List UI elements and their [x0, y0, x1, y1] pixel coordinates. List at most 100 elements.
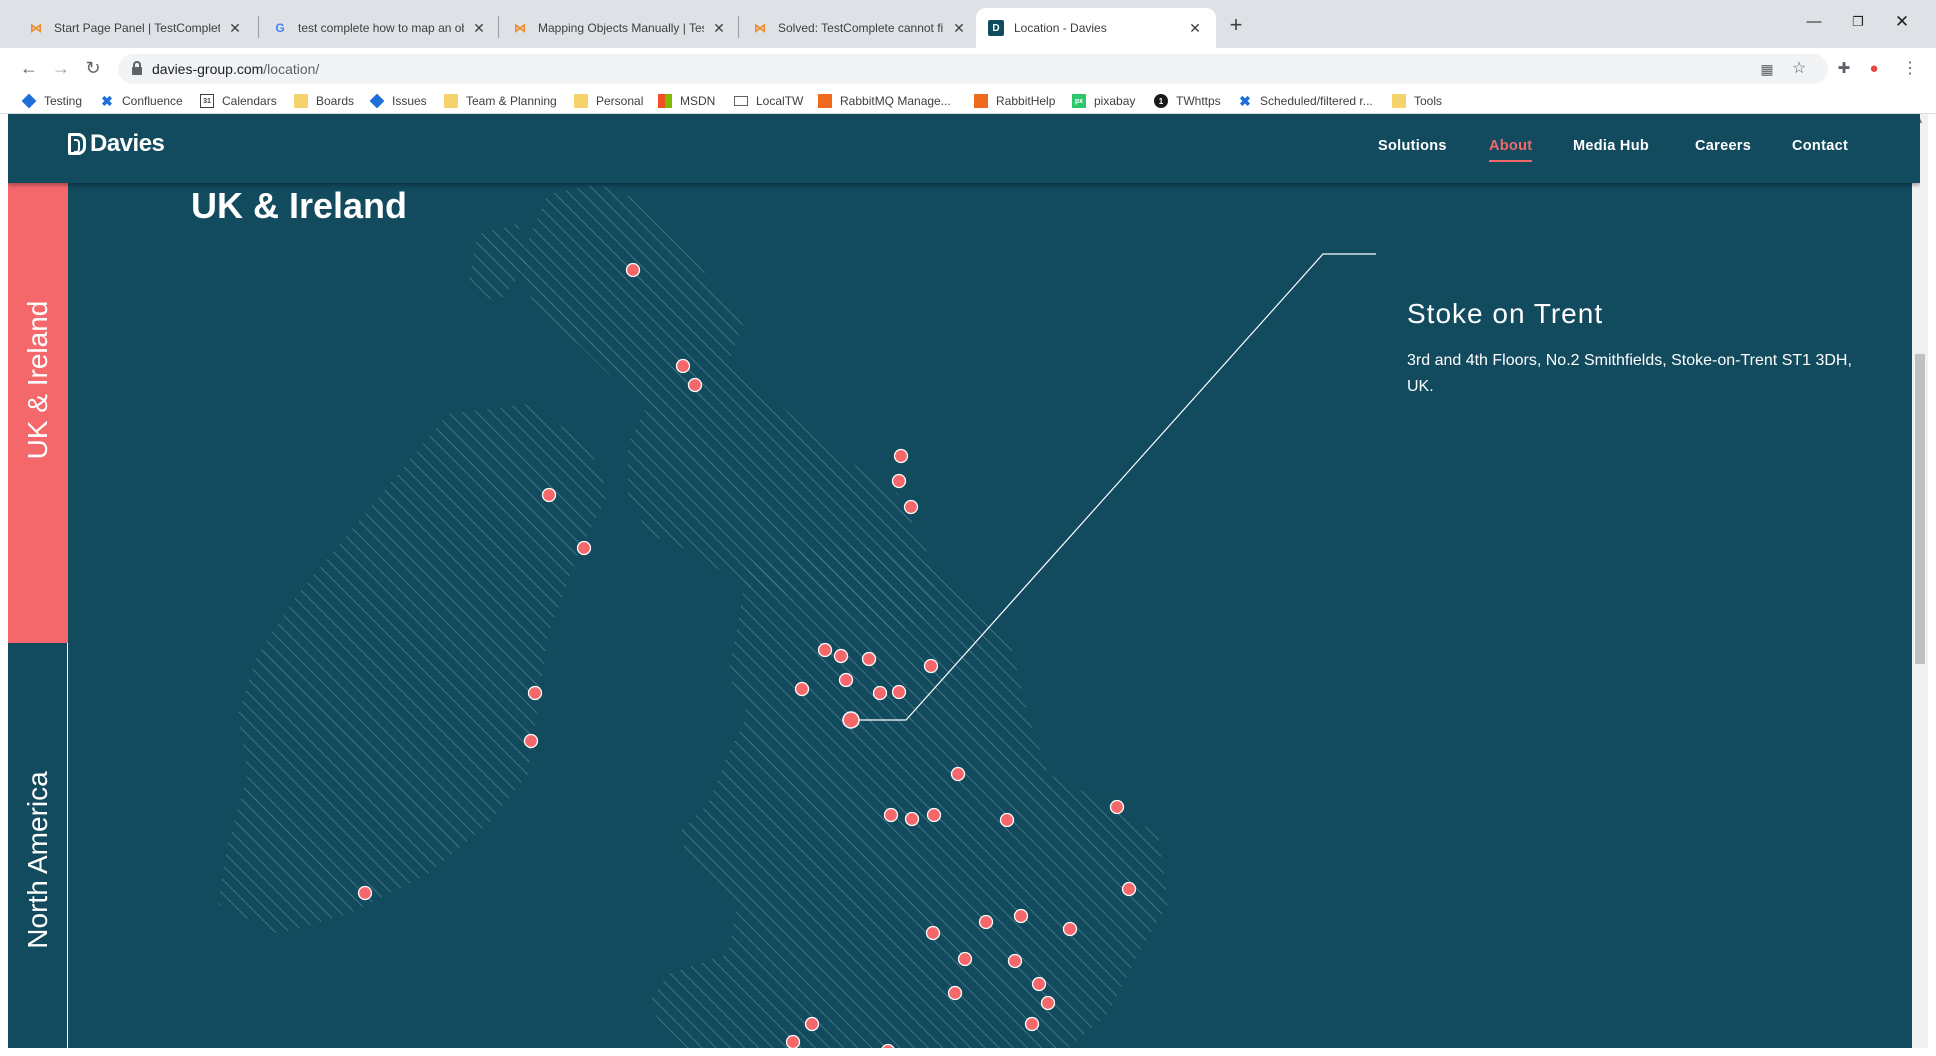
nav-contact[interactable]: Contact [1792, 138, 1848, 154]
location-pin[interactable] [838, 672, 854, 688]
uk-ireland-map [218, 184, 1376, 1049]
location-pin[interactable] [687, 377, 703, 393]
england-wales-shape [648, 544, 1168, 1048]
onepassword-icon: 1 [1154, 94, 1168, 108]
davies-logo[interactable]: Davies [68, 130, 165, 158]
bookmark-issues[interactable]: Issues [369, 92, 427, 110]
nav-solutions[interactable]: Solutions [1378, 138, 1447, 154]
bookmark-personal[interactable]: Personal [574, 92, 643, 110]
forward-button[interactable]: → [48, 56, 74, 82]
bookmark-boards[interactable]: Boards [294, 92, 354, 110]
location-pin[interactable] [576, 540, 592, 556]
bookmark-confluence[interactable]: ✖ Confluence [100, 92, 183, 110]
location-pin[interactable] [925, 925, 941, 941]
location-pin[interactable] [1062, 921, 1078, 937]
location-pin[interactable] [833, 648, 849, 664]
location-pin[interactable] [785, 1034, 801, 1049]
bookmark-testing[interactable]: Testing [21, 92, 82, 110]
reload-button[interactable]: ↻ [80, 56, 106, 82]
tab-start-page[interactable]: ⋈ Start Page Panel | TestComplete D ✕ [16, 8, 256, 48]
bookmark-star-icon[interactable]: ☆ [1790, 60, 1808, 78]
close-tab-icon[interactable]: ✕ [470, 20, 488, 37]
microsoft-icon [658, 94, 672, 108]
confluence-icon: ✖ [1239, 92, 1251, 109]
bookmark-twhttps[interactable]: 1 TWhttps [1154, 92, 1221, 110]
location-pin[interactable] [675, 358, 691, 374]
extensions-icon[interactable]: ✚ [1834, 60, 1854, 80]
location-pin[interactable] [1013, 908, 1029, 924]
location-pin[interactable] [893, 448, 909, 464]
tab-strip: ⋈ Start Page Panel | TestComplete D ✕ G … [0, 0, 1936, 48]
region-title: UK & Ireland [191, 185, 408, 226]
selected-location-pin[interactable] [842, 711, 860, 729]
bookmark-label: Scheduled/filtered r... [1260, 94, 1373, 108]
location-pin[interactable] [817, 642, 833, 658]
bookmark-msdn[interactable]: MSDN [658, 92, 715, 110]
location-pin[interactable] [904, 811, 920, 827]
location-pin[interactable] [891, 684, 907, 700]
new-tab-button[interactable]: + [1222, 12, 1250, 40]
folder-icon [444, 94, 458, 108]
tab-location-davies[interactable]: D Location - Davies ✕ [976, 8, 1216, 48]
bookmark-team-planning[interactable]: Team & Planning [444, 92, 557, 110]
nav-about[interactable]: About [1489, 138, 1533, 162]
close-tab-icon[interactable]: ✕ [950, 20, 968, 37]
bookmark-scheduled-filtered[interactable]: ✖ Scheduled/filtered r... [1238, 92, 1373, 110]
bookmark-localtw[interactable]: LocalTW [734, 92, 803, 110]
location-pin[interactable] [794, 681, 810, 697]
restore-button[interactable]: ❐ [1836, 6, 1880, 38]
location-pin[interactable] [541, 487, 557, 503]
nav-media-hub[interactable]: Media Hub [1573, 138, 1649, 154]
location-pin[interactable] [950, 766, 966, 782]
location-pin[interactable] [891, 473, 907, 489]
browser-toolbar: ← → ↻ davies-group.com/location/ ▦ ☆ ✚ ●… [0, 48, 1936, 88]
location-pin[interactable] [978, 914, 994, 930]
computer-icon [734, 96, 748, 106]
location-pin[interactable] [1024, 1016, 1040, 1032]
tab-google-search[interactable]: G test complete how to map an obj ✕ [260, 8, 500, 48]
close-tab-icon[interactable]: ✕ [1186, 20, 1204, 37]
logo-text: Davies [90, 130, 165, 157]
location-pin[interactable] [357, 885, 373, 901]
bookmark-label: TWhttps [1176, 94, 1221, 108]
bookmark-pixabay[interactable]: px pixabay [1072, 92, 1135, 110]
location-pin[interactable] [903, 499, 919, 515]
location-pin[interactable] [1031, 976, 1047, 992]
close-tab-icon[interactable]: ✕ [226, 20, 244, 37]
minimize-button[interactable]: — [1792, 6, 1836, 38]
location-pin[interactable] [923, 658, 939, 674]
bookmark-tools[interactable]: Tools [1392, 92, 1442, 110]
location-pin[interactable] [625, 262, 641, 278]
nav-careers[interactable]: Careers [1695, 138, 1751, 154]
location-pin[interactable] [1109, 799, 1125, 815]
menu-kebab-icon[interactable]: ⋮ [1900, 60, 1920, 80]
profile-avatar-icon[interactable]: ● [1864, 60, 1884, 80]
davies-logo-icon [68, 133, 86, 155]
location-pin[interactable] [861, 651, 877, 667]
address-bar[interactable]: davies-group.com/location/ ▦ ☆ [118, 54, 1828, 84]
close-window-button[interactable]: ✕ [1880, 6, 1924, 38]
location-address: 3rd and 4th Floors, No.2 Smithfields, St… [1407, 352, 1852, 395]
tab-solved[interactable]: ⋈ Solved: TestComplete cannot fin ✕ [740, 8, 980, 48]
location-pin[interactable] [527, 685, 543, 701]
bookmark-rabbitmq-manage[interactable]: RabbitMQ Manage... [818, 92, 951, 110]
close-tab-icon[interactable]: ✕ [710, 20, 728, 37]
location-pin[interactable] [926, 807, 942, 823]
qr-code-icon[interactable]: ▦ [1758, 60, 1776, 78]
tab-mapping-objects[interactable]: ⋈ Mapping Objects Manually | Test ✕ [500, 8, 740, 48]
bookmark-calendars[interactable]: 31 Calendars [200, 92, 277, 110]
confluence-icon: ✖ [101, 92, 113, 109]
location-pin[interactable] [999, 812, 1015, 828]
location-pin[interactable] [883, 807, 899, 823]
location-pin[interactable] [1121, 881, 1137, 897]
location-pin[interactable] [523, 733, 539, 749]
location-pin[interactable] [957, 951, 973, 967]
back-button[interactable]: ← [16, 56, 42, 82]
location-pin[interactable] [947, 985, 963, 1001]
bookmark-rabbithelp[interactable]: RabbitHelp [974, 92, 1055, 110]
location-pin[interactable] [1007, 953, 1023, 969]
lock-icon[interactable] [132, 61, 142, 75]
location-pin[interactable] [804, 1016, 820, 1032]
location-pin[interactable] [1040, 995, 1056, 1011]
location-pin[interactable] [872, 685, 888, 701]
